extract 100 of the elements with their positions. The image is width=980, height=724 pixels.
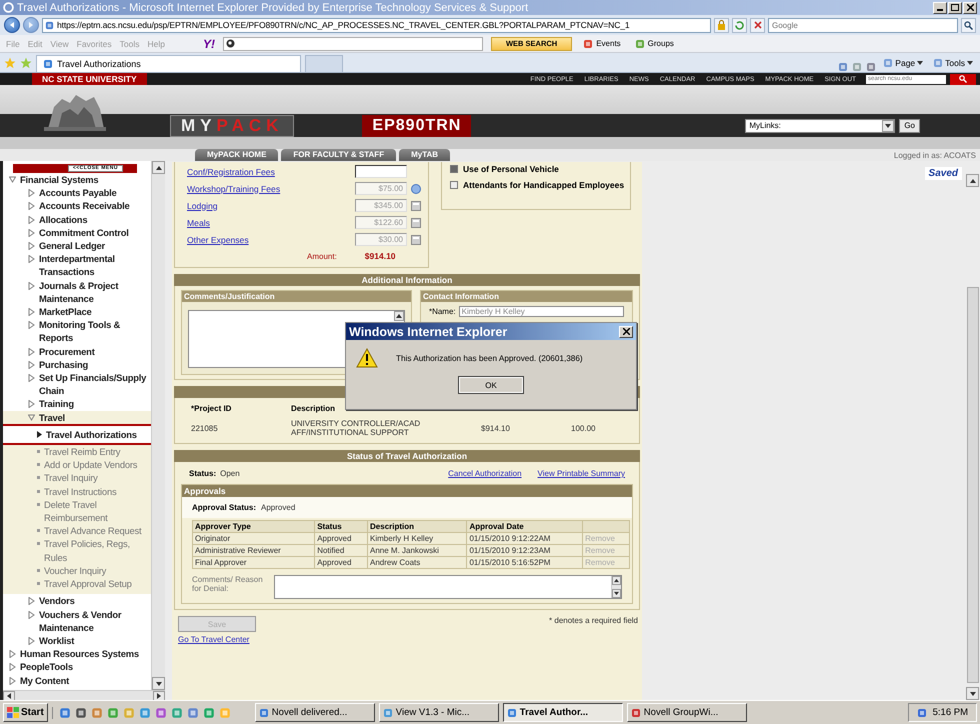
menu-item[interactable]: Vendors <box>3 594 151 608</box>
quick-launch-icon <box>154 706 167 718</box>
favorites-star-icon[interactable] <box>4 57 16 69</box>
menu-item[interactable]: Delete Travel Reimbursement <box>3 498 151 524</box>
quick-launch-icon <box>170 706 183 718</box>
menu-item[interactable]: Monitoring Tools & Reports <box>3 318 151 345</box>
task-button[interactable]: Novell delivered... <box>254 703 375 722</box>
go-button[interactable]: Go <box>899 118 920 132</box>
address-field[interactable]: https://eptrn.acs.ncsu.edu/psp/EPTRN/EMPLOYEE/PFO890TRN/c/NC_AP_PROCESSES.NC_TRAVEL_CENTER.GBL?PORTALPARAM_PTCNAV=NC_1 <box>42 18 711 32</box>
stop-button[interactable] <box>750 18 765 32</box>
menu-item[interactable]: Procurement <box>3 344 151 358</box>
menu-item[interactable]: Training <box>3 397 151 411</box>
scroll-thumb[interactable] <box>967 287 979 683</box>
scroll-up-button[interactable] <box>966 174 979 187</box>
groups-button[interactable]: Groups <box>632 36 677 50</box>
menu-item[interactable]: Commitment Control <box>3 226 151 240</box>
mylinks-select[interactable]: MyLinks: <box>745 118 896 132</box>
warning-icon <box>356 348 378 368</box>
menu-item[interactable]: My Content <box>3 674 151 687</box>
menu-item[interactable]: Human Resources Systems <box>3 647 151 660</box>
scroll-down-button[interactable] <box>966 687 979 700</box>
close-button[interactable] <box>963 2 977 14</box>
maximize-icon <box>951 4 959 11</box>
calculator-icon[interactable] <box>411 200 421 210</box>
menu-item[interactable]: Travel Authorizations <box>3 424 151 446</box>
menu-item[interactable]: Travel Advance Request <box>3 524 151 538</box>
menu-item[interactable]: Vouchers & Vendor Maintenance <box>3 608 151 634</box>
name-field[interactable]: Kimberly H Kelley <box>458 306 624 317</box>
menu-item[interactable]: PeopleTools <box>3 660 151 674</box>
refresh-button[interactable] <box>732 18 747 32</box>
scroll-right-button[interactable] <box>153 691 165 701</box>
table-cell-text: $914.10 <box>481 424 511 432</box>
forward-button[interactable] <box>23 17 39 33</box>
menu-item[interactable]: Travel Reimb Entry <box>3 445 151 458</box>
menu-item[interactable]: MarketPlace <box>3 305 151 318</box>
menu-item[interactable]: Financial Systems <box>3 173 151 186</box>
toolbar-search-field[interactable] <box>222 36 483 50</box>
task-button[interactable]: Travel Author... <box>502 703 623 722</box>
menu-item[interactable]: Purchasing <box>3 358 151 372</box>
menu-item[interactable]: General Ledger <box>3 239 151 252</box>
menu-item[interactable]: Accounts Payable <box>3 186 151 200</box>
scroll-left-button[interactable] <box>3 691 15 701</box>
ok-button[interactable]: OK <box>458 376 524 394</box>
menu-item[interactable]: Accounts Receivable <box>3 199 151 213</box>
menu-item[interactable]: Travel Inquiry <box>3 471 151 485</box>
browser-tab[interactable]: Travel Authorizations <box>36 55 301 72</box>
horizontal-scrollbar[interactable] <box>3 690 165 700</box>
denial-comments-field[interactable] <box>274 575 622 599</box>
calculator-icon[interactable] <box>411 218 421 228</box>
action-link[interactable]: View Printable Summary <box>538 469 625 478</box>
travel-center-link[interactable]: Go To Travel Center <box>178 635 640 644</box>
maximize-button[interactable] <box>948 2 962 14</box>
menu-item[interactable]: Travel Policies, Regs, Rules <box>3 537 151 564</box>
scroll-up-button[interactable] <box>394 311 404 321</box>
start-button[interactable]: Start <box>3 703 48 722</box>
command-button[interactable]: Tools <box>930 55 976 71</box>
back-button[interactable] <box>4 17 20 33</box>
nav-tab[interactable]: FOR FACULTY & STAFF <box>281 149 396 161</box>
search-button[interactable] <box>961 18 976 32</box>
page-icon <box>933 58 944 68</box>
command-button[interactable]: Page <box>880 55 926 71</box>
menu-item[interactable]: Add or Update Vendors <box>3 458 151 472</box>
checkbox[interactable] <box>450 181 458 189</box>
nav-tab[interactable]: MyPACK HOME <box>195 149 278 161</box>
task-button[interactable]: Novell GroupWi... <box>626 703 747 722</box>
section-header: Status of Travel Authorization <box>174 450 640 462</box>
mypack-logo: MY PACK <box>170 114 294 136</box>
menu-item[interactable]: Allocations <box>3 212 151 226</box>
expense-link[interactable]: Conf/Registration Fees <box>187 166 355 176</box>
nav-tab[interactable]: MyTAB <box>399 149 450 161</box>
menu-item[interactable]: Travel Approval Setup <box>3 577 151 590</box>
toolbar-logo[interactable]: Y! <box>202 36 215 50</box>
checkbox[interactable] <box>450 165 458 173</box>
scrollbar[interactable] <box>151 161 165 690</box>
lock-button[interactable] <box>714 18 729 32</box>
events-button[interactable]: Events <box>580 36 624 50</box>
scroll-up-button[interactable] <box>152 161 165 174</box>
menu-item[interactable]: Journals & Project Maintenance <box>3 278 151 306</box>
bullet-icon <box>37 502 40 506</box>
site-search-button[interactable] <box>950 74 976 84</box>
column-header: Status <box>314 520 368 532</box>
menu-item[interactable]: Worklist <box>3 634 151 648</box>
action-link[interactable]: Cancel Authorization <box>448 469 522 478</box>
calculator-icon[interactable] <box>411 234 421 244</box>
menu-item[interactable]: Set Up Financials/Supply Chain <box>3 371 151 398</box>
scroll-down-button[interactable] <box>152 677 165 690</box>
scrollbar[interactable] <box>611 576 621 598</box>
column-header: Description <box>291 404 336 413</box>
info-icon[interactable] <box>411 184 421 194</box>
table-cell: 01/15/2010 9:12:22AM <box>466 532 583 544</box>
menu-item[interactable]: Interdepartmental Transactions <box>3 252 151 279</box>
menu-item[interactable]: Travel Instructions <box>3 484 151 498</box>
minimize-button[interactable] <box>933 2 947 14</box>
table-cell: Administrative Reviewer <box>192 544 315 556</box>
university-name[interactable]: NC STATE UNIVERSITY <box>32 73 147 85</box>
amount-field[interactable] <box>355 165 407 178</box>
search-field[interactable]: Google <box>768 18 958 32</box>
close-button[interactable] <box>619 326 633 338</box>
menu-item[interactable]: Voucher Inquiry <box>3 564 151 578</box>
task-button[interactable]: View V1.3 - Mic... <box>378 703 499 722</box>
